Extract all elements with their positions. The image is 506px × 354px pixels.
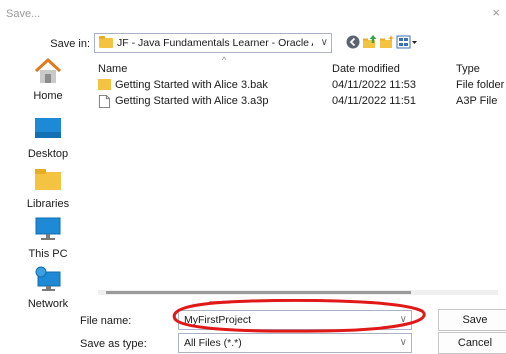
sidebar-item-desktop[interactable]: Desktop — [18, 116, 78, 160]
file-date: 04/11/2022 11:53 — [332, 79, 417, 91]
chevron-down-icon[interactable]: ∨ — [400, 314, 407, 325]
home-icon — [34, 58, 62, 83]
network-icon — [35, 266, 61, 291]
chevron-down-icon: ∨ — [320, 37, 328, 48]
sidebar-item-libraries[interactable]: Libraries — [18, 166, 78, 210]
back-icon[interactable] — [345, 34, 361, 50]
file-name: Getting Started with Alice 3.a3p — [115, 95, 269, 107]
file-name-value: MyFirstProject — [184, 314, 252, 326]
scrollbar-thumb[interactable] — [106, 291, 411, 294]
desktop-icon — [35, 118, 61, 138]
folder-icon — [98, 79, 111, 90]
cancel-button[interactable]: Cancel — [438, 332, 506, 354]
window-title: Save... — [6, 8, 41, 20]
sidebar-item-home[interactable]: Home — [18, 58, 78, 102]
close-icon[interactable]: × — [492, 5, 500, 20]
save-in-combo[interactable]: JF - Java Fundamentals Learner - Oracle … — [94, 33, 332, 53]
save-in-label: Save in: — [50, 38, 90, 50]
save-in-location: JF - Java Fundamentals Learner - Oracle … — [117, 37, 313, 49]
file-icon — [98, 95, 111, 108]
sort-caret-icon: ^ — [222, 55, 227, 65]
sidebar-item-network[interactable]: Network — [18, 266, 78, 310]
file-name-label: File name: — [80, 315, 132, 327]
column-header-name[interactable]: Name — [98, 63, 127, 75]
sidebar-item-this-pc[interactable]: This PC — [18, 216, 78, 260]
column-header-date[interactable]: Date modified — [332, 63, 400, 75]
folder-icon — [99, 36, 113, 48]
sidebar-item-label: This PC — [28, 248, 68, 260]
column-header-type[interactable]: Type — [456, 63, 480, 75]
computer-icon — [35, 217, 61, 240]
save-as-type-value: All Files (*.*) — [184, 337, 242, 349]
file-name: Getting Started with Alice 3.bak — [115, 79, 268, 91]
save-as-type-label: Save as type: — [80, 338, 147, 350]
sidebar-item-label: Desktop — [27, 148, 69, 160]
file-name-input[interactable]: MyFirstProject ∨ — [178, 310, 412, 330]
file-type: A3P File — [456, 95, 498, 107]
sidebar-item-label: Network — [27, 298, 69, 310]
chevron-down-icon[interactable]: ∨ — [400, 337, 407, 348]
libraries-icon — [35, 169, 61, 190]
view-menu-icon[interactable] — [396, 34, 418, 50]
file-type: File folder — [456, 79, 505, 91]
list-item[interactable]: Getting Started with Alice 3.bak 04/11/2… — [98, 78, 504, 94]
up-folder-icon[interactable] — [362, 34, 378, 50]
list-item[interactable]: Getting Started with Alice 3.a3p 04/11/2… — [98, 94, 498, 110]
save-as-type-select[interactable]: All Files (*.*) ∨ — [178, 333, 412, 353]
save-button[interactable]: Save — [438, 309, 506, 331]
sidebar-item-label: Home — [33, 90, 63, 102]
new-folder-icon[interactable] — [379, 34, 395, 50]
sidebar-item-label: Libraries — [26, 198, 70, 210]
file-date: 04/11/2022 11:51 — [332, 95, 417, 107]
